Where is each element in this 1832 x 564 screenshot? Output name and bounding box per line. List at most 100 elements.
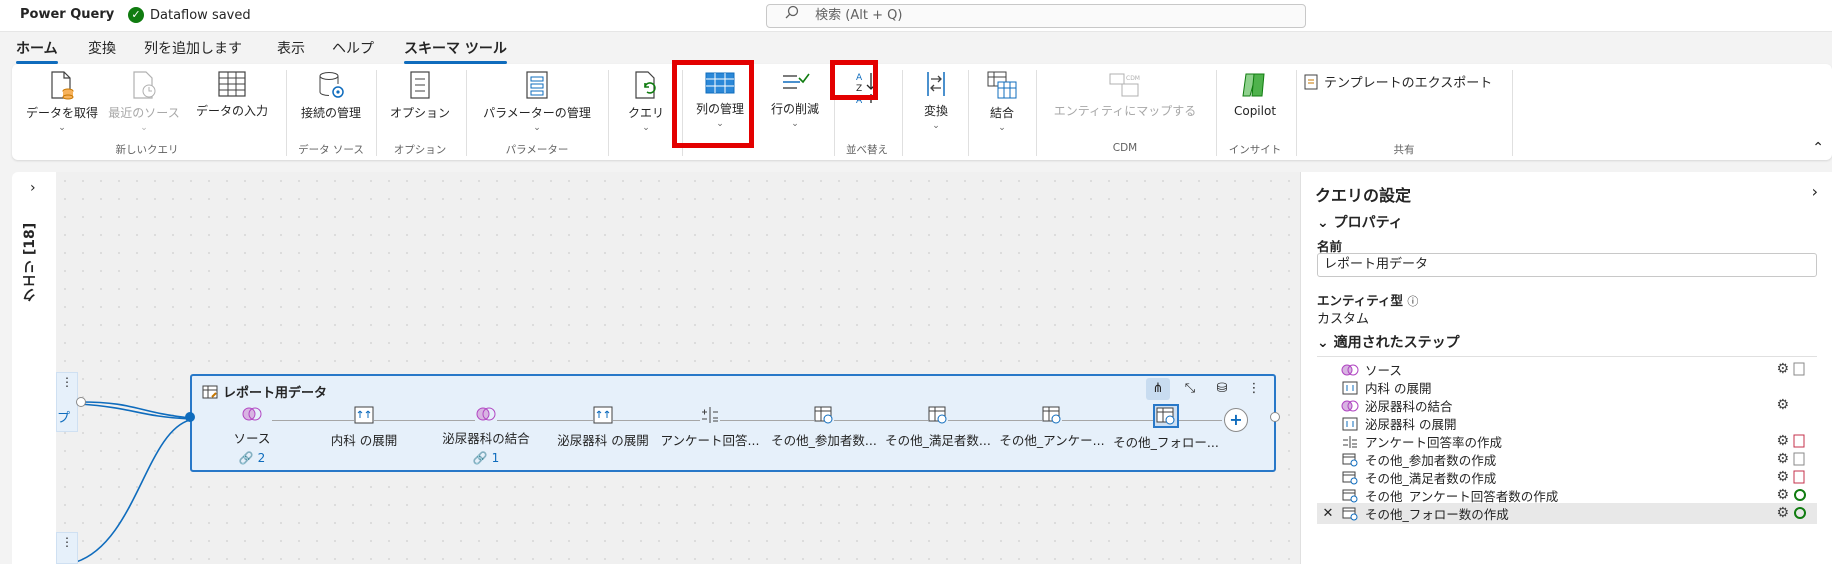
group-share: 共有 (1393, 144, 1415, 156)
expand-column-icon (1342, 381, 1358, 394)
step-node[interactable]: その他_アンケー... (992, 406, 1112, 449)
collapse-icon[interactable]: ⤡ (1178, 378, 1202, 400)
applied-step-row-selected[interactable]: ✕ その他_フォロー数の作成 ⚙ (1317, 503, 1817, 524)
step-loading-icon (1794, 489, 1806, 501)
tab-view[interactable]: 表示 (277, 38, 305, 58)
table-edit-icon (202, 385, 218, 398)
applied-steps-header[interactable]: ⌄ 適用されたステップ (1317, 332, 1460, 352)
collapse-pane-icon[interactable]: › (1812, 182, 1818, 201)
expand-column-icon (593, 406, 613, 424)
recent-sources-label: 最近のソース (108, 106, 180, 120)
query-card-name: レポート用データ (223, 386, 328, 401)
combine-button[interactable]: 結合 ⌄ (974, 70, 1030, 133)
chevron-down-icon: ⌄ (140, 123, 148, 133)
collapse-ribbon-icon[interactable]: ⌃ (1812, 140, 1824, 156)
divider (1036, 70, 1037, 156)
table-gear-icon (1153, 404, 1179, 428)
reduce-rows-button[interactable]: 行の削減 ⌄ (762, 70, 828, 129)
diagram-canvas[interactable]: ⋮ プ ⋮ (56, 172, 1300, 564)
chevron-down-icon: ⌄ (932, 121, 940, 131)
enter-data-label: データの入力 (195, 104, 268, 118)
more-options-icon[interactable]: ⋮ (1242, 378, 1266, 400)
step-status-icon (1793, 362, 1805, 376)
share-graph-icon[interactable]: ⋔ (1146, 378, 1170, 400)
chevron-down-icon: ⌄ (1317, 335, 1334, 351)
expand-queries-icon[interactable]: › (30, 180, 36, 196)
step-link-count[interactable]: 🔗 2 (192, 451, 312, 465)
step-node[interactable]: 泌尿器科の結合 🔗 1 (416, 406, 556, 465)
more-options-icon[interactable]: ⋮ (61, 535, 73, 549)
table-gear-icon (1342, 507, 1358, 520)
card-toolbar: ⋔ ⤡ ⛁ ⋮ (1146, 378, 1266, 400)
chevron-down-icon: ⌄ (58, 123, 66, 133)
export-template-button[interactable]: テンプレートのエクスポート (1304, 72, 1516, 91)
step-node[interactable]: その他_満足者数... (878, 406, 998, 449)
tab-home[interactable]: ホーム (16, 38, 58, 64)
group-insights: インサイト (1228, 144, 1282, 156)
query-button[interactable]: クエリ ⌄ (616, 70, 676, 133)
search-box[interactable]: 検索 (Alt + Q) (766, 4, 1306, 28)
info-icon[interactable]: ⓘ (1407, 295, 1418, 308)
enter-data-button[interactable]: データの入力 (190, 70, 274, 119)
step-label: その他_満足者数... (885, 433, 991, 448)
transform-button[interactable]: 変換 ⌄ (908, 70, 964, 131)
delete-step-icon[interactable]: ✕ (1317, 506, 1339, 521)
upstream-query-node-2[interactable]: ⋮ (56, 532, 78, 564)
recent-sources-button[interactable]: 最近のソース ⌄ (104, 70, 184, 133)
tab-help[interactable]: ヘルプ (332, 38, 374, 58)
step-label: その他_フォロー... (1113, 435, 1219, 450)
properties-header[interactable]: ⌄ プロパティ (1317, 212, 1403, 232)
reduce-rows-label: 行の削減 (770, 102, 819, 116)
query-card[interactable]: レポート用データ ⋔ ⤡ ⛁ ⋮ ソース 🔗 2 内科 の展開 泌尿器科の結合 … (185, 374, 1280, 472)
merge-icon (475, 406, 497, 422)
manage-parameters-button[interactable]: パラメーターの管理 ⌄ (474, 70, 600, 133)
entity-type-label: エンティティ型 ⓘ (1317, 293, 1419, 308)
merge-icon (1341, 364, 1359, 375)
step-loading-icon (1794, 507, 1806, 519)
connector-lines (75, 401, 191, 563)
queries-pane-label[interactable]: クエリ [18] (20, 212, 40, 302)
expand-column-icon (354, 406, 374, 424)
add-step-button[interactable]: + (1224, 408, 1248, 432)
tab-add-column[interactable]: 列を追加します (144, 38, 242, 58)
copilot-button[interactable]: Copilot (1222, 70, 1288, 118)
step-node[interactable]: アンケート回答... (650, 406, 770, 449)
tab-schema-tools[interactable]: スキーマ ツール (404, 38, 507, 64)
map-to-entity-button[interactable]: CDM エンティティにマップする (1042, 70, 1208, 119)
chevron-down-icon: ⌄ (1317, 215, 1334, 231)
transform-icon (927, 72, 945, 96)
app-name: Power Query (20, 7, 115, 22)
step-node[interactable]: ソース 🔗 2 (192, 406, 312, 465)
query-label: クエリ (627, 106, 664, 120)
manage-connections-button[interactable]: 接続の管理 (294, 70, 368, 121)
divider (286, 70, 287, 156)
gear-icon[interactable]: ⚙ (1776, 451, 1789, 467)
gear-icon[interactable]: ⚙ (1776, 397, 1789, 413)
divider (902, 70, 903, 156)
step-node[interactable]: 泌尿器科 の展開 (538, 406, 668, 449)
gear-icon[interactable]: ⚙ (1776, 505, 1789, 521)
merge-icon (1341, 400, 1359, 411)
get-data-button[interactable]: データを取得 ⌄ (22, 70, 102, 133)
step-node[interactable]: 内科 の展開 (304, 406, 424, 449)
manage-parameters-label: パラメーターの管理 (483, 106, 591, 120)
step-link-count[interactable]: 🔗 1 (416, 451, 556, 465)
options-button[interactable]: オプション (384, 70, 456, 121)
search-icon (785, 5, 801, 27)
database-icon[interactable]: ⛁ (1210, 378, 1234, 400)
query-name-input[interactable]: レポート用データ (1317, 253, 1817, 277)
ribbon: データを取得 ⌄ 最近のソース ⌄ データの入力 新しいクエリ 接続の管理 デー… (12, 60, 1832, 160)
gear-icon[interactable]: ⚙ (1776, 469, 1789, 485)
table-gear-icon (814, 406, 834, 424)
upstream-query-node[interactable]: ⋮ プ (56, 372, 78, 432)
more-options-icon[interactable]: ⋮ (61, 375, 73, 389)
step-node[interactable]: その他_参加者数... (764, 406, 884, 449)
group-new-query: 新しいクエリ (115, 144, 179, 156)
group-options: オプション (393, 144, 447, 156)
tab-transform[interactable]: 変換 (88, 38, 116, 58)
applied-steps-list: ソース ⚙ 内科 の展開 泌尿器科の結合 ⚙ 泌尿器科 の展開 アンケート回答率… (1317, 356, 1817, 564)
gear-icon[interactable]: ⚙ (1776, 487, 1789, 503)
step-node-selected[interactable]: その他_フォロー... (1106, 404, 1226, 451)
gear-icon[interactable]: ⚙ (1776, 361, 1789, 377)
gear-icon[interactable]: ⚙ (1776, 433, 1789, 449)
